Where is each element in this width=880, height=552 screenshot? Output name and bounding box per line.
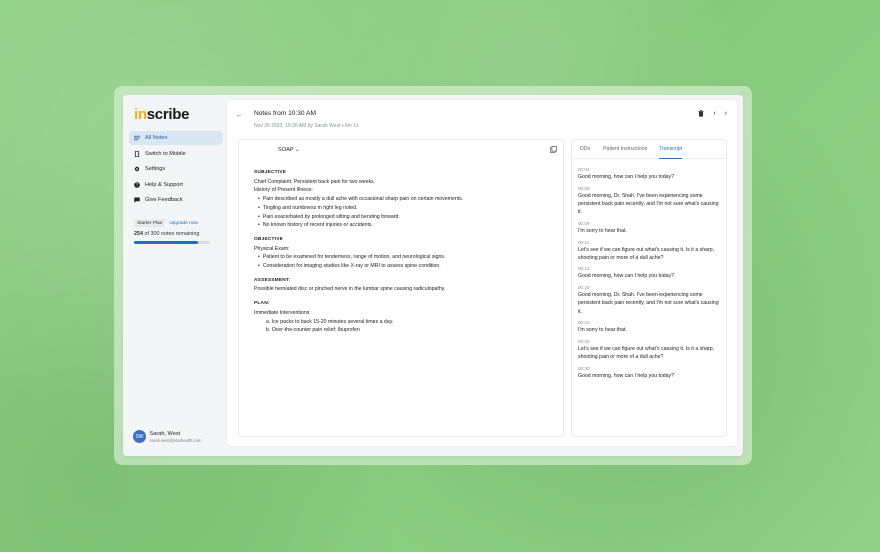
back-arrow-icon[interactable]: ← [236, 112, 243, 119]
transcript-entry: 00:13 Good morning, how can I help you to… [578, 266, 722, 280]
exam-list: Patient to be examined for tenderness, r… [254, 253, 554, 270]
gear-icon [134, 166, 140, 172]
notes-progress-fill [134, 241, 199, 244]
note-meta: Nov 26 2023, 10:30 AM by Sarah West • 6m… [254, 123, 359, 129]
list-item: Consideration for imaging studies like X… [258, 262, 554, 271]
sidebar-item-label: Give Feedback [145, 197, 183, 204]
transcript-text: Good morning, how can I help you today? [578, 372, 675, 379]
list-item: Pain described as mostly a dull ache wit… [258, 195, 554, 204]
plan-badge: Starter Plan [134, 219, 166, 227]
user-name: Sarah, West [149, 430, 181, 437]
transcript-list: 00:04 Good morning, how can I help you to… [578, 167, 722, 385]
sidebar-item-label: All Notes [145, 135, 168, 141]
transcript-entry: 00:22 I'm sorry to hear that. [578, 320, 722, 334]
list-item: Patient to be examined for tenderness, r… [258, 253, 554, 262]
transcript-entry: 00:04 Good morning, how can I help you to… [578, 167, 722, 181]
list-item: b. Over-the-counter pain relief: Ibuprof… [266, 327, 360, 334]
chevron-right-icon[interactable]: › [725, 110, 727, 119]
header-actions: ‹ › [698, 110, 727, 119]
phone-icon [134, 150, 140, 157]
help-icon: ? [134, 181, 140, 188]
sidebar-item-label: Switch to Mobile [145, 150, 186, 157]
exam-label: Physical Exam: [254, 245, 290, 252]
hpi-label: History of Present Illness: [254, 187, 313, 194]
side-panel: DDx Patient Instructions Transcript 00:0… [571, 139, 727, 437]
transcript-text: Good morning, Dr. Shah. I've been experi… [578, 292, 719, 315]
list-icon [134, 135, 140, 141]
plan-intro: Immediate Interventions: [254, 309, 311, 316]
trash-icon[interactable] [698, 110, 704, 119]
transcript-entry: 00:09 Good morning, Dr. Shah. I've been e… [578, 186, 722, 217]
tab-ddx[interactable]: DDx [580, 140, 590, 159]
plan-list: a. Ice packs to back 15-20 minutes sever… [254, 318, 554, 335]
sidebar-nav: All Notes Switch to Mobile Settings ? He… [129, 131, 223, 209]
transcript-text: I'm sorry to hear that. [578, 227, 627, 234]
tab-transcript[interactable]: Transcript [659, 140, 683, 159]
plan-heading: PLAN: [254, 301, 270, 307]
list-item: No known history of recent injuries or a… [258, 221, 554, 230]
subjective-heading: SUBJECTIVE [254, 170, 287, 175]
sidebar-item-help-support[interactable]: ? Help & Support [129, 178, 223, 192]
transcript-text: Good morning, how can I help you today? [578, 273, 675, 280]
notes-progress-bar [134, 241, 210, 244]
sidebar: inscribe All Notes Switch to Mobile Sett… [123, 95, 227, 456]
transcript-text: Good morning, Dr. Shah. I've been experi… [578, 192, 719, 216]
sidebar-item-all-notes[interactable]: All Notes [129, 131, 223, 145]
note-body: SUBJECTIVE Chief Complaint: Persistent b… [254, 169, 554, 335]
transcript-entry: 00:09 I'm sorry to hear that. [578, 221, 722, 235]
transcript-text: Let's see if we can figure out what's ca… [578, 246, 715, 261]
transcript-entry: 00:25 Let's see if we can figure out what… [578, 339, 722, 361]
objective-heading: OBJECTIVE [254, 236, 283, 242]
sidebar-item-label: Help & Support [145, 181, 183, 188]
hpi-list: Pain described as mostly a dull ache wit… [254, 195, 554, 230]
chief-complaint: Chief Complaint: Persistent back pain fo… [254, 178, 376, 185]
tab-patient-instructions[interactable]: Patient Instructions [603, 140, 647, 159]
app-window: inscribe All Notes Switch to Mobile Sett… [123, 95, 743, 456]
notes-remaining: 254 of 300 notes remaining [134, 231, 200, 237]
list-item: a. Ice packs to back 15-20 minutes sever… [266, 318, 394, 325]
avatar: SW [133, 430, 146, 443]
upgrade-link[interactable]: Upgrade now [169, 221, 198, 226]
sidebar-item-give-feedback[interactable]: Give Feedback [129, 193, 223, 207]
note-card: SOAP ⌄ SUBJECTIVE Chief Complaint: Persi… [238, 139, 564, 437]
sidebar-item-switch-to-mobile[interactable]: Switch to Mobile [129, 147, 223, 161]
list-item: Pain exacerbated by prolonged sitting an… [258, 213, 554, 222]
main-panel: ← Notes from 10:30 AM Nov 26 2023, 10:30… [227, 100, 737, 446]
sidebar-item-settings[interactable]: Settings [129, 162, 223, 176]
copy-icon[interactable] [550, 146, 557, 155]
transcript-text: I'm sorry to hear that. [578, 327, 627, 334]
feedback-icon [134, 197, 140, 204]
transcript-text: Good morning, how can I help you today? [578, 174, 675, 180]
user-email: sarah.west@starhealth.com [149, 437, 202, 443]
transcript-text: Let's see if we can figure out what's ca… [578, 345, 715, 361]
logo: inscribe [134, 106, 190, 123]
sidebar-item-label: Settings [145, 166, 166, 173]
list-item: Tingling and numbness in right leg noted… [258, 204, 554, 213]
assessment-heading: ASSESSMENT: [254, 277, 291, 283]
chevron-down-icon: ⌄ [295, 147, 300, 153]
side-tabs: DDx Patient Instructions Transcript [572, 140, 726, 159]
template-select[interactable]: SOAP ⌄ [278, 147, 300, 153]
plan-box: Starter Plan Upgrade now 254 of 300 note… [134, 219, 222, 244]
transcript-entry: 00:30 Good morning, how can I help you to… [578, 366, 722, 380]
page-title: Notes from 10:30 AM [254, 110, 316, 117]
transcript-entry: 00:11 Let's see if we can figure out what… [578, 240, 722, 262]
assessment-text: Possible herniated disc or pinched nerve… [254, 286, 446, 293]
chevron-left-icon[interactable]: ‹ [713, 110, 715, 119]
user-profile[interactable]: SW Sarah, West sarah.west@starhealth.com [133, 430, 201, 443]
transcript-entry: 00:20 Good morning, Dr. Shah. I've been e… [578, 285, 722, 316]
